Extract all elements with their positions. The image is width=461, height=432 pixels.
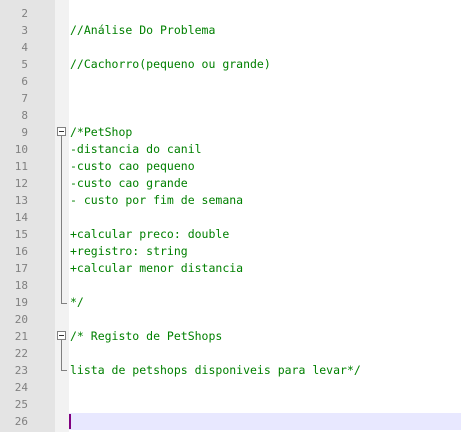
code-line: 22 bbox=[0, 345, 461, 362]
code-line: 8 bbox=[0, 107, 461, 124]
line-text: -custo cao grande bbox=[70, 176, 188, 190]
line-number: 13 bbox=[14, 194, 28, 207]
line-number: 15 bbox=[14, 228, 28, 241]
line-text: +registro: string bbox=[70, 244, 188, 258]
line-number: 2 bbox=[21, 7, 28, 20]
code-line: 13 - custo por fim de semana bbox=[0, 192, 461, 209]
code-line: 7 bbox=[0, 90, 461, 107]
code-line: 16 +registro: string bbox=[0, 243, 461, 260]
line-number: 22 bbox=[14, 347, 28, 360]
text-caret bbox=[69, 414, 71, 429]
fold-collapse-icon[interactable] bbox=[57, 331, 66, 340]
line-number: 23 bbox=[14, 364, 28, 377]
line-number: 8 bbox=[21, 109, 28, 122]
code-line: 11 -custo cao pequeno bbox=[0, 158, 461, 175]
line-text: -distancia do canil bbox=[70, 142, 202, 156]
code-line: 10 -distancia do canil bbox=[0, 141, 461, 158]
line-text: */ bbox=[70, 295, 84, 309]
line-text: -custo cao pequeno bbox=[70, 159, 195, 173]
fold-guide-line bbox=[61, 340, 62, 371]
code-line: 9 /*PetShop bbox=[0, 124, 461, 141]
line-number: 7 bbox=[21, 92, 28, 105]
line-number: 4 bbox=[21, 41, 28, 54]
line-number: 9 bbox=[21, 126, 28, 139]
current-line-highlight bbox=[69, 413, 461, 430]
line-number: 18 bbox=[14, 279, 28, 292]
code-line: 23 lista de petshops disponiveis para lev… bbox=[0, 362, 461, 379]
code-line: 21 /* Registo de PetShops bbox=[0, 328, 461, 345]
line-text: //Análise Do Problema bbox=[70, 23, 216, 37]
line-number: 5 bbox=[21, 58, 28, 71]
code-line: 15 +calcular preco: double bbox=[0, 226, 461, 243]
fold-guide-line bbox=[61, 136, 62, 304]
line-text: /*PetShop bbox=[70, 125, 133, 139]
fold-end-marker bbox=[61, 303, 67, 304]
code-line: 20 bbox=[0, 311, 461, 328]
line-number: 14 bbox=[14, 211, 28, 224]
line-number: 16 bbox=[14, 245, 28, 258]
line-number: 19 bbox=[14, 296, 28, 309]
line-number: 6 bbox=[21, 75, 28, 88]
line-number: 24 bbox=[14, 381, 28, 394]
line-number: 21 bbox=[14, 330, 28, 343]
code-editor[interactable]: 2 3 //Análise Do Problema 4 5 //Cachorro(p… bbox=[0, 0, 461, 432]
code-line: 17 +calcular menor distancia bbox=[0, 260, 461, 277]
code-line: 6 bbox=[0, 73, 461, 90]
fold-collapse-icon[interactable] bbox=[57, 127, 66, 136]
line-number: 17 bbox=[14, 262, 28, 275]
line-number: 26 bbox=[14, 415, 28, 428]
code-line: 2 bbox=[0, 5, 461, 22]
line-text: - custo por fim de semana bbox=[70, 193, 244, 207]
line-text: +calcular preco: double bbox=[70, 227, 230, 241]
code-line: 25 bbox=[0, 396, 461, 413]
line-text: +calcular menor distancia bbox=[70, 261, 244, 275]
line-number: 3 bbox=[21, 24, 28, 37]
line-number: 25 bbox=[14, 398, 28, 411]
code-line: 3 //Análise Do Problema bbox=[0, 22, 461, 39]
line-number: 12 bbox=[14, 177, 28, 190]
line-number: 11 bbox=[14, 160, 28, 173]
line-number: 10 bbox=[14, 143, 28, 156]
code-line: 4 bbox=[0, 39, 461, 56]
line-text: //Cachorro(pequeno ou grande) bbox=[70, 57, 271, 71]
line-text: /* Registo de PetShops bbox=[70, 329, 223, 343]
fold-end-marker bbox=[61, 370, 67, 371]
code-line: 18 bbox=[0, 277, 461, 294]
code-line: 19 */ bbox=[0, 294, 461, 311]
code-line: 5 //Cachorro(pequeno ou grande) bbox=[0, 56, 461, 73]
current-line[interactable]: 26 bbox=[0, 413, 461, 430]
line-text: lista de petshops disponiveis para levar… bbox=[70, 363, 361, 377]
code-line: 24 bbox=[0, 379, 461, 396]
code-line: 14 bbox=[0, 209, 461, 226]
code-line: 12 -custo cao grande bbox=[0, 175, 461, 192]
line-number: 20 bbox=[14, 313, 28, 326]
